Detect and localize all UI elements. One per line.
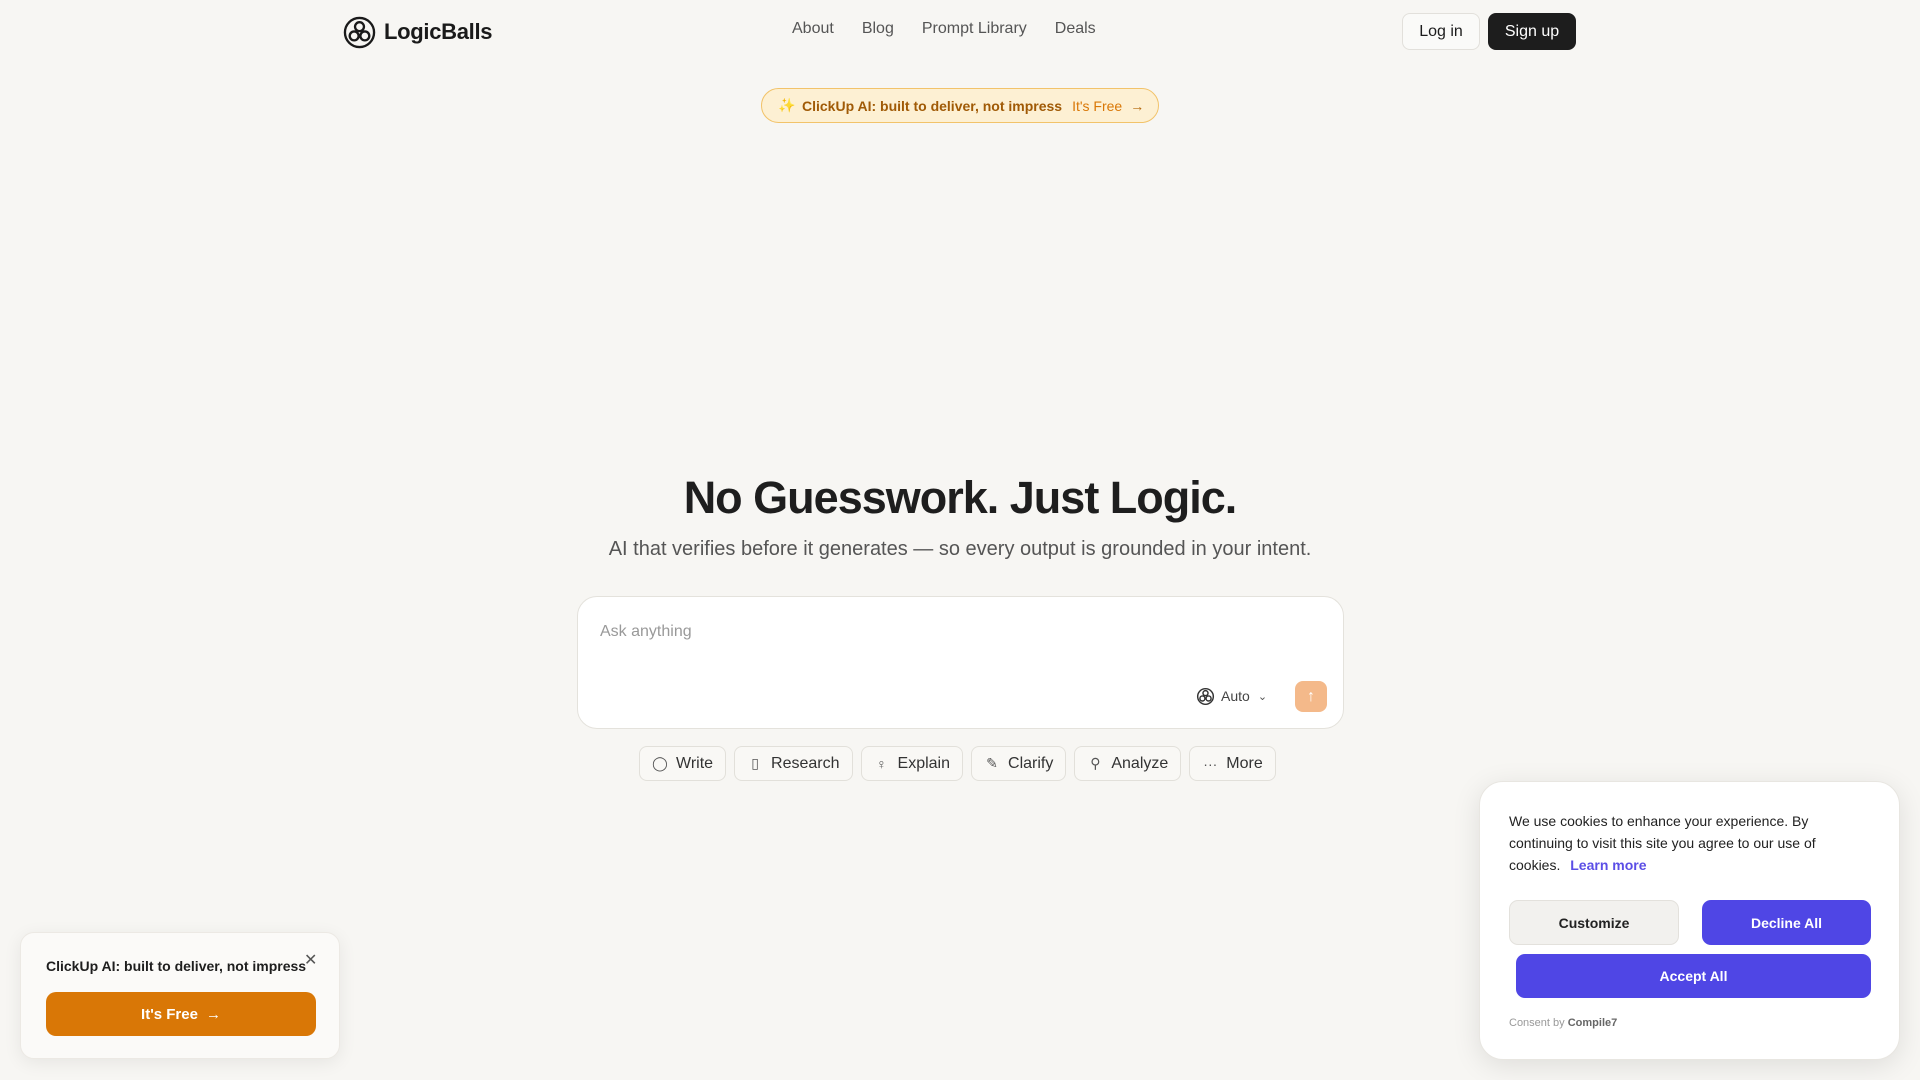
action-write[interactable]: ◯ Write — [639, 746, 727, 781]
model-selector-value: Auto — [1221, 688, 1250, 704]
cookie-message: We use cookies to enhance your experienc… — [1509, 810, 1859, 876]
logo-text: LogicBalls — [384, 19, 493, 44]
main-nav: About Blog Prompt Library Deals — [792, 20, 1096, 38]
arrow-right-icon: → — [205, 1005, 221, 1023]
promo-card-title: ClickUp AI: built to deliver, not impres… — [46, 958, 307, 974]
action-label: Clarify — [1008, 754, 1054, 772]
site-header: LogicBalls About Blog Prompt Library Dea… — [0, 0, 1920, 64]
action-label: Research — [771, 754, 840, 772]
book-icon: ▯ — [751, 755, 759, 771]
learn-more-link[interactable]: Learn more — [1570, 857, 1646, 873]
nav-about[interactable]: About — [792, 20, 834, 38]
close-icon[interactable]: ✕ — [304, 950, 317, 970]
consent-attribution: Consent by Compile7 — [1509, 1017, 1617, 1029]
consent-brand[interactable]: Compile7 — [1568, 1017, 1618, 1029]
action-label: Analyze — [1111, 754, 1169, 772]
hero-title: No Guesswork. Just Logic. — [683, 472, 1238, 523]
nav-blog[interactable]: Blog — [862, 20, 894, 38]
action-label: Explain — [897, 754, 951, 772]
arrow-up-icon: ↑ — [1307, 687, 1315, 705]
arrow-right-icon: → — [1130, 97, 1145, 114]
lightbulb-icon: ♀ — [876, 755, 887, 772]
model-selector[interactable]: Auto ⌄ — [1196, 685, 1267, 707]
chevron-down-icon: ⌄ — [1257, 690, 1268, 703]
logicballs-logo-icon — [343, 16, 376, 48]
action-explain[interactable]: ♀ Explain — [860, 746, 964, 781]
action-more[interactable]: ··· More — [1189, 746, 1276, 781]
accept-all-button[interactable]: Accept All — [1516, 954, 1871, 998]
customize-button[interactable]: Customize — [1509, 900, 1679, 945]
hero-subtitle: AI that verifies before it generates — s… — [608, 538, 1312, 560]
promo-card-cta-button[interactable]: It's Free → — [46, 992, 316, 1036]
model-logo-icon — [1196, 687, 1215, 705]
action-research[interactable]: ▯ Research — [734, 746, 853, 781]
nav-prompt-library[interactable]: Prompt Library — [922, 20, 1027, 38]
ellipsis-icon: ··· — [1203, 755, 1218, 772]
logo[interactable]: LogicBalls — [343, 15, 493, 49]
login-button[interactable]: Log in — [1402, 13, 1480, 50]
action-analyze[interactable]: ⚲ Analyze — [1074, 746, 1182, 781]
sparkle-icon: ✨ — [778, 97, 796, 113]
signup-button[interactable]: Sign up — [1488, 13, 1576, 50]
promo-card-cta-label: It's Free — [141, 1005, 198, 1023]
action-label: Write — [676, 754, 714, 772]
promo-banner[interactable]: ✨ ClickUp AI: built to deliver, not impr… — [761, 88, 1159, 123]
nav-deals[interactable]: Deals — [1055, 20, 1096, 38]
promo-banner-title: ClickUp AI: built to deliver, not impres… — [802, 97, 1063, 114]
cookie-consent-dialog: We use cookies to enhance your experienc… — [1479, 781, 1900, 1060]
cookie-message-text: We use cookies to enhance your experienc… — [1509, 813, 1816, 873]
quick-actions: ◯ Write ▯ Research ♀ Explain ✎ Clarify ⚲… — [639, 746, 1276, 781]
promo-banner-cta: It's Free — [1072, 97, 1123, 114]
promo-card: ClickUp AI: built to deliver, not impres… — [20, 932, 340, 1059]
analyze-icon: ⚲ — [1090, 755, 1101, 771]
send-button[interactable]: ↑ — [1295, 681, 1327, 712]
prompt-input[interactable] — [600, 617, 1300, 647]
pencil-icon: ✎ — [986, 755, 998, 771]
action-clarify[interactable]: ✎ Clarify — [971, 746, 1067, 781]
action-label: More — [1226, 754, 1263, 772]
decline-all-button[interactable]: Decline All — [1702, 900, 1871, 945]
chat-bubble-icon: ◯ — [652, 755, 668, 771]
consent-prefix: Consent by — [1509, 1017, 1565, 1029]
prompt-box: Auto ⌄ ↑ — [577, 596, 1344, 729]
